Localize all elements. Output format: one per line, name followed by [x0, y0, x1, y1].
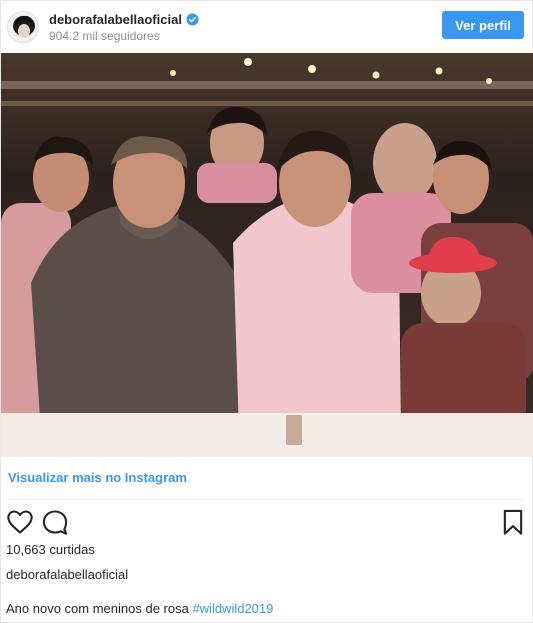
- bookmark-icon[interactable]: [499, 508, 527, 536]
- followers-count: 904.2 mil seguidores: [49, 29, 160, 43]
- view-more-on-instagram-link[interactable]: Visualizar mais no Instagram: [8, 470, 187, 485]
- caption-username[interactable]: deborafalabellaoficial: [6, 567, 128, 582]
- caption-hashtag-link[interactable]: #wildwild2019: [192, 601, 273, 616]
- view-profile-button[interactable]: Ver perfil: [442, 11, 524, 39]
- likes-count: 10,663 curtidas: [6, 542, 95, 557]
- post-header: deborafalabellaoficial 904.2 mil seguido…: [1, 1, 533, 53]
- username-link[interactable]: deborafalabellaoficial: [49, 12, 182, 27]
- post-photo[interactable]: [1, 53, 533, 457]
- instagram-embed-card: deborafalabellaoficial 904.2 mil seguido…: [0, 0, 533, 623]
- post-caption: Ano novo com meninos de rosa #wildwild20…: [6, 601, 273, 616]
- username-row: deborafalabellaoficial: [49, 11, 199, 27]
- action-bar: [1, 506, 533, 536]
- caption-text: Ano novo com meninos de rosa: [6, 601, 193, 616]
- verified-badge-icon: [186, 12, 199, 26]
- comment-icon[interactable]: [41, 508, 69, 536]
- profile-avatar[interactable]: [7, 11, 39, 43]
- divider: [8, 499, 523, 500]
- heart-icon[interactable]: [6, 508, 34, 536]
